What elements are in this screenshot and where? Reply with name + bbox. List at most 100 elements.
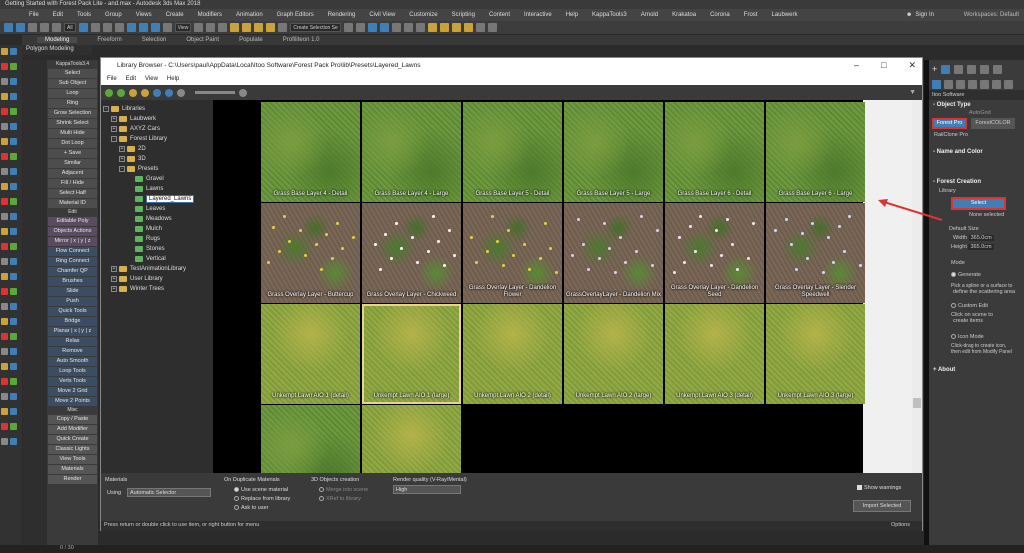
angle-snap-icon[interactable] <box>242 23 252 32</box>
kappa-button-remove[interactable]: Remove <box>48 347 97 356</box>
command-icon[interactable] <box>10 198 17 205</box>
bind-spacewarp-icon[interactable] <box>52 23 61 32</box>
menu-item-customize[interactable]: Customize <box>402 12 444 18</box>
menu-item-edit[interactable]: Edit <box>46 12 70 18</box>
reference-coord-dropdown[interactable]: View <box>174 23 192 32</box>
library-thumbnail[interactable]: Unkempt Lawn AIO 2 (large) <box>564 304 663 404</box>
library-thumbnail[interactable]: Unkempt Lawn AIO 2 (detail) <box>463 304 562 404</box>
maximize-icon[interactable]: □ <box>881 60 886 71</box>
library-thumbnail[interactable]: GrassOverlayLayer - Dandelion Mix <box>564 203 663 303</box>
options-link[interactable]: Options <box>891 522 910 528</box>
width-field[interactable]: 365.0cm <box>968 235 994 241</box>
library-menu-edit[interactable]: Edit <box>126 76 136 82</box>
filter-icon[interactable]: ▼ <box>909 89 916 96</box>
library-menu-help[interactable]: Help <box>167 76 179 82</box>
tree-item-testanimationlibrary[interactable]: + TestAnimationLibrary <box>103 264 213 274</box>
window-crossing-icon[interactable] <box>114 23 124 32</box>
expand-icon[interactable]: + <box>111 286 117 292</box>
command-icon[interactable] <box>1 153 8 160</box>
menu-item-views[interactable]: Views <box>129 12 159 18</box>
menu-item-kappatools3[interactable]: KappaTools3 <box>585 12 634 18</box>
snap-icon[interactable] <box>230 23 240 32</box>
library-thumbnail[interactable]: Unkempt Lawn AIO 3 (detail) <box>665 304 764 404</box>
kappa-button-similar[interactable]: Similar <box>48 159 97 168</box>
command-icon[interactable] <box>10 288 17 295</box>
rotate-icon[interactable] <box>138 23 148 32</box>
tree-item-user-library[interactable]: + User Library <box>103 274 213 284</box>
kappa-button-editable-poly[interactable]: Editable Poly <box>48 217 97 226</box>
redo-icon[interactable] <box>16 23 25 32</box>
grid-scrollbar[interactable] <box>912 100 922 473</box>
library-thumbnail[interactable]: Unkempt Lawn AIO 1 (detail) <box>261 304 360 404</box>
command-icon[interactable] <box>10 168 17 175</box>
menu-item-scripting[interactable]: Scripting <box>445 12 482 18</box>
tree-item-3d[interactable]: +3D <box>103 154 213 164</box>
zoom-out-icon[interactable] <box>177 88 185 97</box>
kappa-button-quick-tools[interactable]: Quick Tools <box>48 307 97 316</box>
kappa-button-verts-tools[interactable]: Verts Tools <box>48 377 97 386</box>
select-by-name-icon[interactable] <box>90 23 100 32</box>
zoom-in-icon[interactable] <box>239 88 247 97</box>
menu-item-krakatoa[interactable]: Krakatoa <box>665 12 703 18</box>
menu-item-content[interactable]: Content <box>482 12 517 18</box>
expand-icon[interactable]: + <box>111 116 117 122</box>
command-icon[interactable] <box>1 78 8 85</box>
kappa-button-move-2-points[interactable]: Move 2 Points <box>48 397 97 406</box>
kappa-button-select-half[interactable]: Select Half <box>48 189 97 198</box>
command-icon[interactable] <box>10 378 17 385</box>
thumbnail-size-slider[interactable] <box>195 91 235 94</box>
library-thumbnail[interactable]: Grass Base Layer 6 - Detail <box>665 102 764 202</box>
tree-item-winter-trees[interactable]: + Winter Trees <box>103 284 213 294</box>
command-icon[interactable] <box>1 168 8 175</box>
render-setup-icon[interactable] <box>439 23 449 32</box>
link-icon[interactable] <box>28 23 37 32</box>
a360-icon[interactable] <box>475 23 485 32</box>
library-thumbnail[interactable]: Grass Overlay Layer - Dandelion Flower <box>463 203 562 303</box>
vendor-dropdown[interactable]: Itoo Software <box>929 90 1024 100</box>
command-icon[interactable] <box>1 438 8 445</box>
kappa-button-move-2-grid[interactable]: Move 2 Grid <box>48 387 97 396</box>
library-thumbnail[interactable]: Grass Overlay Layer - Buttercup <box>261 203 360 303</box>
object-type-header[interactable]: - Object Type <box>929 100 1024 110</box>
command-icon[interactable] <box>1 183 8 190</box>
tree-item-mulch[interactable]: Mulch <box>103 224 213 234</box>
command-icon[interactable] <box>1 378 8 385</box>
selection-filter-dropdown[interactable]: All <box>64 23 76 32</box>
kappa-button-bridge[interactable]: Bridge <box>48 317 97 326</box>
command-icon[interactable] <box>10 108 17 115</box>
command-icon[interactable] <box>1 333 8 340</box>
expand-icon[interactable]: + <box>119 146 125 152</box>
expand-icon[interactable]: + <box>111 266 117 272</box>
sign-in[interactable]: ☻ Sign In <box>906 9 934 21</box>
kappa-button-relax[interactable]: Relax <box>48 337 97 346</box>
tree-item-axyz-cars[interactable]: + AXYZ Cars <box>103 124 213 134</box>
kappa-button-view-tools[interactable]: View Tools <box>48 455 97 464</box>
tree-item-lawns[interactable]: Lawns <box>103 184 213 194</box>
percent-snap-icon[interactable] <box>254 23 264 32</box>
command-icon[interactable] <box>10 183 17 190</box>
kappa-button-loop[interactable]: Loop <box>48 89 97 98</box>
kappa-button-select[interactable]: Select <box>48 69 97 78</box>
kappa-button-add-modifier[interactable]: Add Modifier <box>48 425 97 434</box>
command-icon[interactable] <box>10 363 17 370</box>
library-select-button[interactable]: Select <box>951 197 1006 210</box>
layer-explorer-icon[interactable] <box>367 23 377 32</box>
kappa-button-sub-object[interactable]: Sub Object <box>48 79 97 88</box>
render-icon[interactable] <box>463 23 473 32</box>
name-color-header[interactable]: - Name and Color <box>929 147 1024 157</box>
command-icon[interactable] <box>10 153 17 160</box>
menu-item-modifiers[interactable]: Modifiers <box>191 12 229 18</box>
move-icon[interactable] <box>126 23 136 32</box>
kappa-button-grow-selection[interactable]: Grow Selection <box>48 109 97 118</box>
sort-icon[interactable] <box>165 88 173 97</box>
material-editor-icon[interactable] <box>427 23 437 32</box>
menu-item-interactive[interactable]: Interactive <box>517 12 559 18</box>
close-icon[interactable]: ✕ <box>908 60 916 71</box>
expand-icon[interactable]: - <box>119 166 125 172</box>
command-icon[interactable] <box>10 393 17 400</box>
display-tab-icon[interactable] <box>980 64 990 74</box>
command-icon[interactable] <box>1 228 8 235</box>
kappa-button-quick-create[interactable]: Quick Create <box>48 435 97 444</box>
command-icon[interactable] <box>10 348 17 355</box>
create-tab-icon[interactable]: + <box>932 64 937 74</box>
